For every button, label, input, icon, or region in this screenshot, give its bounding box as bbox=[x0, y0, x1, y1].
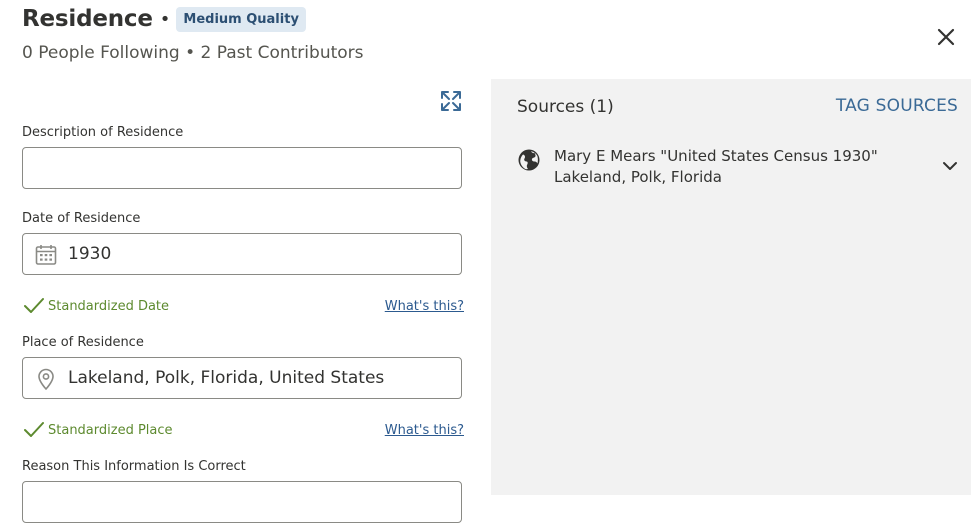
checkmark-icon bbox=[24, 422, 44, 437]
standardized-date-text: Standardized Date bbox=[48, 299, 170, 314]
standardized-place-text: Standardized Place bbox=[48, 423, 173, 438]
dialog-title: Residence bbox=[22, 6, 153, 32]
quality-badge: Medium Quality bbox=[176, 6, 306, 32]
reason-label: Reason This Information Is Correct bbox=[22, 459, 246, 474]
description-label: Description of Residence bbox=[22, 125, 184, 140]
whats-this-place-link[interactable]: What's this? bbox=[385, 423, 464, 438]
source-place: Lakeland, Polk, Florida bbox=[554, 168, 722, 186]
source-item[interactable]: Mary E Mears "United States Census 1930"… bbox=[517, 146, 961, 188]
standardized-date-row: Standardized Date What's this? bbox=[22, 297, 464, 317]
close-icon bbox=[937, 28, 955, 46]
title-row: Residence • Medium Quality bbox=[22, 6, 306, 32]
close-button[interactable] bbox=[934, 25, 958, 49]
location-pin-icon bbox=[38, 368, 54, 391]
title-separator: • bbox=[159, 8, 171, 30]
standardized-place-row: Standardized Place What's this? bbox=[22, 421, 464, 441]
edit-form-pane: Description of Residence Date of Residen… bbox=[0, 79, 491, 523]
place-label: Place of Residence bbox=[22, 335, 144, 350]
date-input[interactable]: 1930 bbox=[22, 233, 462, 275]
tag-sources-button[interactable]: TAG SOURCES bbox=[836, 96, 958, 116]
date-value: 1930 bbox=[68, 244, 112, 264]
expand-button[interactable] bbox=[439, 89, 463, 113]
calendar-icon bbox=[35, 245, 57, 265]
sources-title: Sources (1) bbox=[517, 97, 614, 117]
whats-this-date-link[interactable]: What's this? bbox=[385, 299, 464, 314]
chevron-down-icon[interactable] bbox=[941, 157, 959, 175]
date-label: Date of Residence bbox=[22, 211, 141, 226]
description-input[interactable] bbox=[22, 147, 462, 189]
reason-input[interactable] bbox=[22, 481, 462, 523]
place-value: Lakeland, Polk, Florida, United States bbox=[68, 368, 385, 388]
dialog-header: Residence • Medium Quality 0 People Foll… bbox=[0, 0, 971, 79]
sources-pane: Sources (1) TAG SOURCES Mary E Mears "Un… bbox=[491, 79, 971, 495]
checkmark-icon bbox=[24, 298, 44, 313]
source-title: Mary E Mears "United States Census 1930" bbox=[554, 147, 878, 165]
followers-subtitle: 0 People Following • 2 Past Contributors bbox=[22, 43, 364, 63]
globe-icon bbox=[518, 149, 540, 171]
place-input[interactable]: Lakeland, Polk, Florida, United States bbox=[22, 357, 462, 399]
expand-icon bbox=[441, 91, 461, 111]
